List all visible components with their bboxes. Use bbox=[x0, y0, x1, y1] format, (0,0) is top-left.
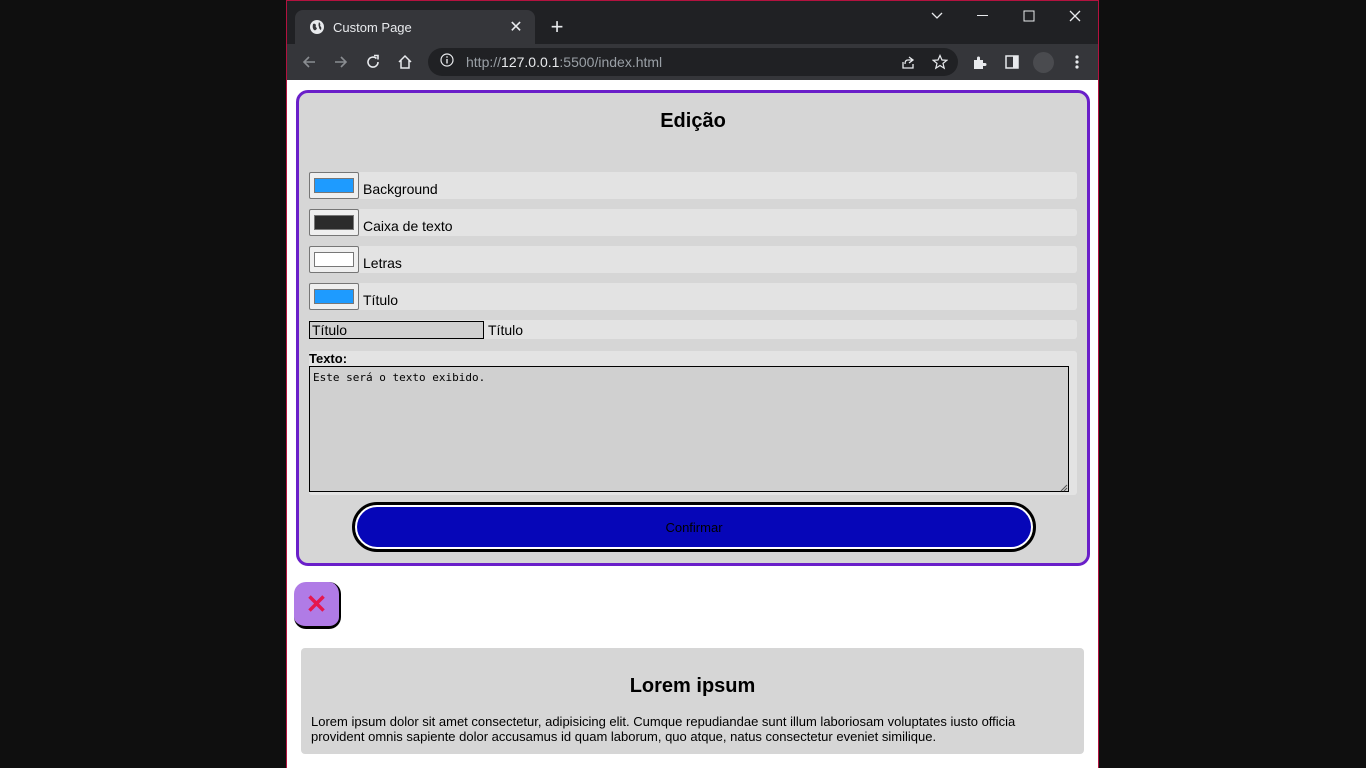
profile-avatar[interactable] bbox=[1033, 52, 1054, 73]
resize-grip-icon[interactable] bbox=[1060, 484, 1068, 492]
home-icon[interactable] bbox=[393, 50, 417, 74]
forward-icon[interactable] bbox=[329, 50, 353, 74]
side-panel-icon[interactable] bbox=[1000, 50, 1024, 74]
letras-color-picker[interactable] bbox=[309, 246, 359, 273]
texto-textarea[interactable]: Este será o texto exibido. bbox=[309, 366, 1069, 492]
title-input-label: Título bbox=[488, 321, 524, 338]
title-input[interactable]: Título bbox=[309, 320, 484, 339]
reload-icon[interactable] bbox=[361, 50, 385, 74]
bookmark-star-icon[interactable] bbox=[928, 50, 952, 74]
back-icon[interactable] bbox=[297, 50, 321, 74]
texto-group: Texto: Este será o texto exibido. bbox=[309, 351, 1077, 495]
confirm-button[interactable]: Confirmar bbox=[352, 502, 1036, 552]
browser-toolbar: http://127.0.0.1:5500/index.html bbox=[287, 44, 1098, 80]
editor-title: Edição bbox=[660, 110, 726, 132]
color-label: Título bbox=[363, 291, 399, 308]
share-icon[interactable] bbox=[896, 50, 920, 74]
tab-title: Custom Page bbox=[333, 19, 412, 35]
maximize-icon[interactable] bbox=[1006, 5, 1052, 27]
color-row-titulo: Título bbox=[309, 283, 1077, 310]
titulo-color-picker[interactable] bbox=[309, 283, 359, 310]
minimize-icon[interactable] bbox=[960, 5, 1006, 27]
background-color-picker[interactable] bbox=[309, 172, 359, 199]
editor-panel: Edição Background Caixa de texto Letras … bbox=[296, 90, 1090, 566]
chevron-down-icon[interactable] bbox=[914, 5, 960, 27]
color-row-letras: Letras bbox=[309, 246, 1077, 273]
globe-icon bbox=[309, 19, 325, 35]
close-icon[interactable]: ✕ bbox=[507, 18, 525, 36]
tab-custom-page[interactable]: Custom Page ✕ bbox=[295, 10, 535, 44]
title-input-row: Título Título bbox=[309, 320, 1077, 339]
window-close-icon[interactable] bbox=[1052, 5, 1098, 27]
card-title: Lorem ipsum bbox=[629, 675, 756, 697]
confirm-label: Confirmar bbox=[357, 507, 1031, 547]
kebab-menu-icon[interactable] bbox=[1065, 50, 1089, 74]
close-editor-button[interactable]: ✕ bbox=[294, 582, 341, 629]
color-swatch bbox=[314, 178, 354, 193]
color-label: Background bbox=[363, 180, 438, 197]
new-tab-button[interactable]: + bbox=[545, 14, 569, 39]
color-row-caixa: Caixa de texto bbox=[309, 209, 1077, 236]
color-swatch bbox=[314, 289, 354, 304]
color-row-background: Background bbox=[309, 172, 1077, 199]
browser-window: Custom Page ✕ + http://127.0.0.1:5500/in… bbox=[286, 0, 1099, 768]
url-text: http://127.0.0.1:5500/index.html bbox=[466, 54, 663, 70]
preview-card: Lorem ipsum Lorem ipsum dolor sit amet c… bbox=[301, 648, 1084, 754]
address-bar[interactable]: http://127.0.0.1:5500/index.html bbox=[428, 48, 958, 76]
texto-label: Texto: bbox=[309, 351, 348, 366]
card-text: Lorem ipsum dolor sit amet consectetur, … bbox=[311, 714, 1016, 744]
color-swatch bbox=[314, 252, 354, 267]
color-label: Caixa de texto bbox=[363, 217, 453, 234]
color-swatch bbox=[314, 215, 354, 230]
info-icon[interactable] bbox=[440, 52, 454, 72]
caixa-color-picker[interactable] bbox=[309, 209, 359, 236]
page-viewport: Edição Background Caixa de texto Letras … bbox=[287, 80, 1098, 768]
extensions-icon[interactable] bbox=[968, 50, 992, 74]
color-label: Letras bbox=[363, 254, 402, 271]
tab-bar: Custom Page ✕ + bbox=[287, 1, 1098, 44]
